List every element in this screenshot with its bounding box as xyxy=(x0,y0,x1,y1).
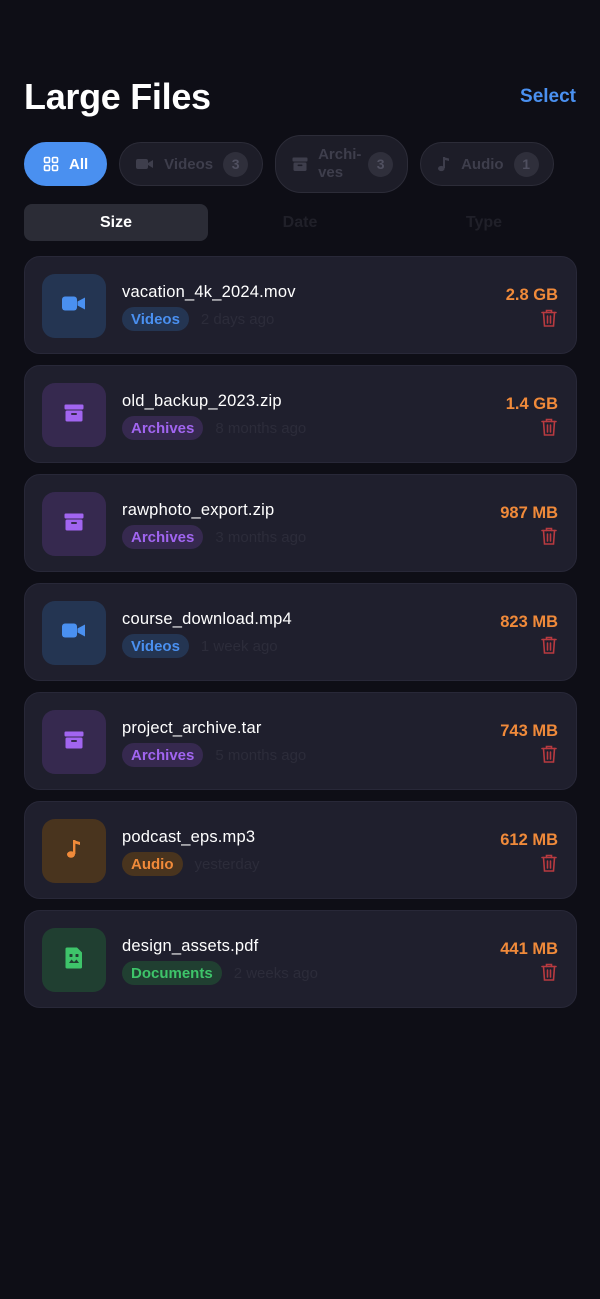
video-icon xyxy=(136,157,154,171)
file-meta: Videos 2 days ago xyxy=(122,307,274,331)
file-thumbnail xyxy=(42,274,106,338)
music-note-icon xyxy=(66,839,82,864)
file-name: podcast_eps.mp3 xyxy=(122,828,256,846)
sort-size-tab[interactable]: Size xyxy=(24,204,208,241)
file-size: 441 MB xyxy=(500,940,558,958)
file-size: 1.4 GB xyxy=(505,395,558,413)
filter-videos-label: Videos xyxy=(164,155,214,173)
file-age: yesterday xyxy=(194,855,260,873)
file-list: vacation_4k_2024.mov Videos 2 days ago 2… xyxy=(24,256,577,1008)
file-size: 987 MB xyxy=(500,504,558,522)
archive-icon xyxy=(64,404,84,427)
page-title: Large Files xyxy=(24,76,211,117)
file-row[interactable]: podcast_eps.mp3 Audio yesterday 612 MB xyxy=(24,801,577,899)
filter-archives-label: Archi- ves xyxy=(318,146,362,182)
category-badge: Videos xyxy=(122,307,189,331)
file-thumbnail xyxy=(42,383,106,447)
trash-icon[interactable] xyxy=(540,853,558,873)
file-meta: Archives 3 months ago xyxy=(122,525,306,549)
filter-audio-chip[interactable]: Audio 1 xyxy=(420,142,554,186)
large-files-screen: Large Files Select All Videos 3 Archi- v… xyxy=(0,0,600,1299)
file-age: 2 weeks ago xyxy=(233,964,318,982)
document-icon xyxy=(65,947,83,974)
file-thumbnail xyxy=(42,710,106,774)
trash-icon[interactable] xyxy=(540,962,558,982)
trash-icon[interactable] xyxy=(540,744,558,764)
file-size: 2.8 GB xyxy=(505,286,558,304)
file-thumbnail xyxy=(42,819,106,883)
file-row[interactable]: project_archive.tar Archives 5 months ag… xyxy=(24,692,577,790)
category-badge: Archives xyxy=(122,525,204,549)
filter-archives-label-line2: ves xyxy=(318,164,344,181)
category-badge: Archives xyxy=(122,416,204,440)
filter-videos-count: 3 xyxy=(223,151,249,177)
filter-videos-chip[interactable]: Videos 3 xyxy=(119,142,264,186)
grid-icon xyxy=(43,156,59,172)
trash-icon[interactable] xyxy=(540,635,558,655)
file-meta: Archives 8 months ago xyxy=(122,416,306,440)
file-age: 8 months ago xyxy=(215,419,307,437)
filter-all-label: All xyxy=(69,155,89,173)
sort-segmented-control: Size Date Type xyxy=(24,204,576,241)
file-age: 3 months ago xyxy=(215,528,307,546)
file-meta: Documents 2 weeks ago xyxy=(122,961,318,985)
file-size: 823 MB xyxy=(500,613,558,631)
video-icon xyxy=(62,622,86,644)
category-badge: Videos xyxy=(122,634,189,658)
file-meta: Audio yesterday xyxy=(122,852,260,876)
category-badge: Archives xyxy=(122,743,204,767)
filter-archives-chip[interactable]: Archi- ves 3 xyxy=(275,135,409,193)
video-icon xyxy=(62,295,86,317)
filter-audio-count: 1 xyxy=(513,151,539,177)
file-row[interactable]: course_download.mp4 Videos 1 week ago 82… xyxy=(24,583,577,681)
file-name: old_backup_2023.zip xyxy=(122,392,282,410)
sort-type-tab[interactable]: Type xyxy=(392,204,576,241)
filter-archives-count: 3 xyxy=(368,151,394,177)
music-note-icon xyxy=(437,156,451,172)
file-row[interactable]: old_backup_2023.zip Archives 8 months ag… xyxy=(24,365,577,463)
filter-archives-label-line1: Archi- xyxy=(318,146,362,163)
file-size: 612 MB xyxy=(500,831,558,849)
category-badge: Documents xyxy=(122,961,222,985)
file-row[interactable]: rawphoto_export.zip Archives 3 months ag… xyxy=(24,474,577,572)
archive-icon xyxy=(64,513,84,536)
file-name: design_assets.pdf xyxy=(122,937,259,955)
header: Large Files Select xyxy=(24,72,576,122)
file-age: 5 months ago xyxy=(215,746,307,764)
filter-chips: All Videos 3 Archi- ves 3 Audio 1 xyxy=(24,134,584,194)
filter-audio-label: Audio xyxy=(461,155,504,173)
file-meta: Videos 1 week ago xyxy=(122,634,278,658)
file-meta: Archives 5 months ago xyxy=(122,743,306,767)
filter-all-chip[interactable]: All xyxy=(24,142,108,186)
file-name: rawphoto_export.zip xyxy=(122,501,275,519)
file-row[interactable]: design_assets.pdf Documents 2 weeks ago … xyxy=(24,910,577,1008)
archive-icon xyxy=(292,156,308,172)
file-thumbnail xyxy=(42,492,106,556)
trash-icon[interactable] xyxy=(540,308,558,328)
file-row[interactable]: vacation_4k_2024.mov Videos 2 days ago 2… xyxy=(24,256,577,354)
file-age: 1 week ago xyxy=(200,637,278,655)
file-name: vacation_4k_2024.mov xyxy=(122,283,296,301)
select-button[interactable]: Select xyxy=(520,86,576,108)
file-age: 2 days ago xyxy=(200,310,275,328)
trash-icon[interactable] xyxy=(540,526,558,546)
file-size: 743 MB xyxy=(500,722,558,740)
file-thumbnail xyxy=(42,928,106,992)
archive-icon xyxy=(64,731,84,754)
file-thumbnail xyxy=(42,601,106,665)
file-name: course_download.mp4 xyxy=(122,610,292,628)
trash-icon[interactable] xyxy=(540,417,558,437)
file-name: project_archive.tar xyxy=(122,719,262,737)
category-badge: Audio xyxy=(122,852,183,876)
sort-date-tab[interactable]: Date xyxy=(208,204,392,241)
